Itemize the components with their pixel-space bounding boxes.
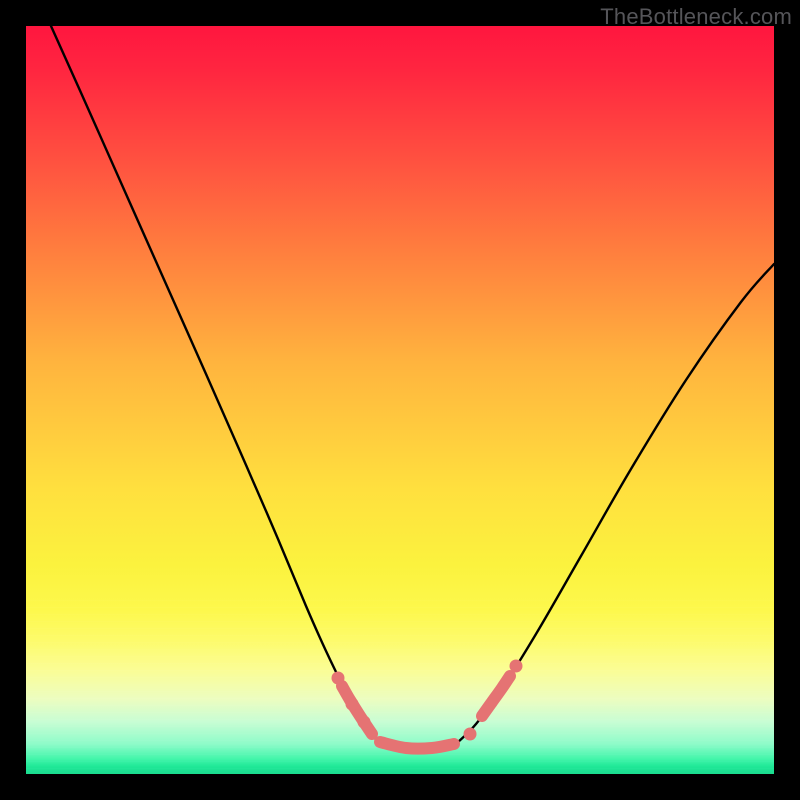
curve-right-branch: [456, 264, 774, 744]
marker-segments: [342, 676, 510, 749]
marker-dot: [346, 698, 359, 711]
curve-left-branch: [51, 26, 378, 742]
marker-dot: [510, 660, 523, 673]
marker-dot: [358, 716, 371, 729]
plot-svg: [26, 26, 774, 774]
marker-dot: [332, 672, 345, 685]
marker-dot: [464, 728, 477, 741]
marker-segment: [380, 742, 454, 749]
gradient-plot-area: [26, 26, 774, 774]
marker-segment: [482, 676, 510, 716]
watermark-text: TheBottleneck.com: [600, 4, 792, 30]
